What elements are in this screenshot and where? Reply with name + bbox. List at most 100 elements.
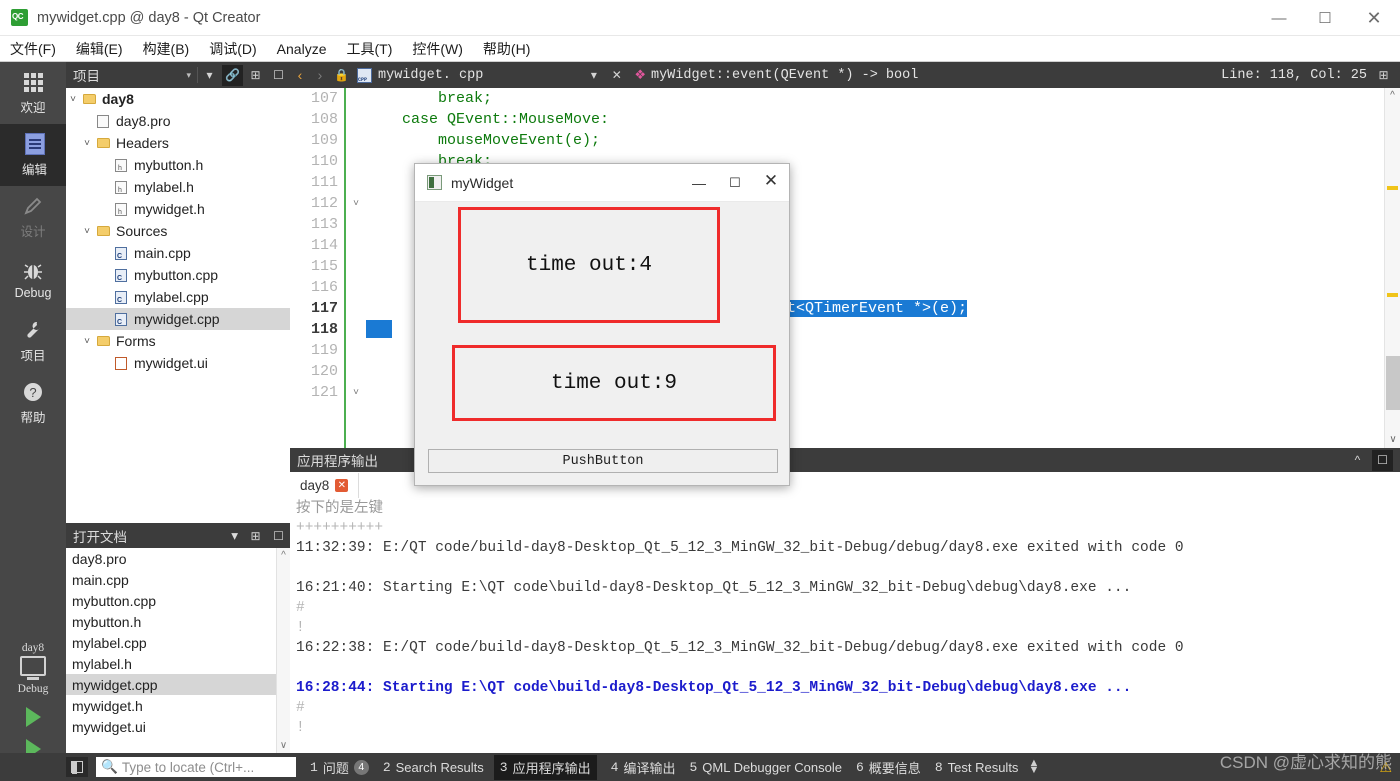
navigate-back-icon[interactable]: ‹ xyxy=(290,67,310,83)
minimize-pane-icon[interactable]: ^ xyxy=(1347,450,1368,471)
tree-item-mybutton-cpp[interactable]: mybutton.cpp xyxy=(66,264,290,286)
status-tab-qml-debugger-console[interactable]: 5 QML Debugger Console xyxy=(689,760,842,775)
run-icon[interactable] xyxy=(25,707,41,727)
menu-widgets[interactable]: 控件(W) xyxy=(402,37,473,61)
menu-edit[interactable]: 编辑(E) xyxy=(66,37,133,61)
editor-file-tab[interactable]: mywidget. cpp xyxy=(357,67,483,83)
menu-file[interactable]: 文件(F) xyxy=(0,37,66,61)
status-tab-application-output[interactable]: 3 应用程序输出 xyxy=(493,754,597,780)
header-file-icon xyxy=(112,158,130,172)
dialog-title: myWidget xyxy=(451,174,514,191)
status-tab-test-results[interactable]: 8 Test Results xyxy=(935,760,1019,775)
menu-debug[interactable]: 调试(D) xyxy=(199,37,266,61)
chevron-down-icon[interactable]: ▾ xyxy=(186,70,191,81)
open-doc-item[interactable]: mylabel.h xyxy=(66,653,290,674)
target-selector-icon[interactable] xyxy=(20,656,46,676)
expand-arrow[interactable]: ˅ xyxy=(80,226,94,237)
mode-projects[interactable]: 项目 xyxy=(0,310,66,372)
warning-icon[interactable]: ⚠ xyxy=(1379,759,1392,776)
mode-help[interactable]: ? 帮助 xyxy=(0,372,66,434)
dialog-maximize-button[interactable]: ☐ xyxy=(717,164,753,202)
chevron-down-icon[interactable]: ▾ xyxy=(231,528,238,544)
editor-vertical-scrollbar[interactable]: ^ ∨ xyxy=(1384,88,1400,448)
open-doc-item[interactable]: mybutton.h xyxy=(66,611,290,632)
fold-marker[interactable]: ˅ xyxy=(348,382,364,403)
open-doc-item-selected[interactable]: mywidget.cpp xyxy=(66,674,290,695)
folder-sources-icon xyxy=(94,226,112,236)
menu-build[interactable]: 构建(B) xyxy=(133,37,200,61)
scroll-down-icon[interactable]: ∨ xyxy=(1385,432,1400,448)
link-icon[interactable]: 🔗 xyxy=(222,64,243,86)
output-pane-buttons: ^ ☐ xyxy=(1346,449,1394,471)
dialog-minimize-button[interactable]: — xyxy=(681,164,717,202)
symbol-selector[interactable]: ❖ myWidget::event(QEvent *) -> bool xyxy=(634,68,918,83)
scroll-up-icon[interactable]: ^ xyxy=(281,550,286,561)
mode-welcome[interactable]: 欢迎 xyxy=(0,62,66,124)
scroll-down-icon[interactable]: ∨ xyxy=(280,740,287,751)
mywidget-dialog[interactable]: myWidget — ☐ ✕ time out:4 time out:9 Pus… xyxy=(414,163,790,486)
expand-arrow[interactable]: ˅ xyxy=(66,94,80,105)
output-text-area[interactable]: 按下的是左键 ++++++++++ 11:32:39: E:/QT code/b… xyxy=(290,498,1400,753)
open-doc-item[interactable]: mybutton.cpp xyxy=(66,590,290,611)
tree-item-main-cpp[interactable]: main.cpp xyxy=(66,242,290,264)
scroll-up-icon[interactable]: ^ xyxy=(1385,88,1400,104)
open-doc-item[interactable]: mylabel.cpp xyxy=(66,632,290,653)
output-tab-day8[interactable]: day8 ✕ xyxy=(290,473,360,498)
open-documents-scrollbar[interactable]: ^ ∨ xyxy=(276,548,290,753)
open-doc-item[interactable]: main.cpp xyxy=(66,569,290,590)
split-icon[interactable]: ⊞ xyxy=(245,65,266,86)
tree-item-headers[interactable]: ˅ Headers xyxy=(66,132,290,154)
line-number: 120 xyxy=(310,363,338,380)
split-icon[interactable]: ⊞ xyxy=(245,525,266,546)
status-tab-general-messages[interactable]: 6 概要信息 xyxy=(856,758,921,777)
minimize-button[interactable]: — xyxy=(1256,0,1302,36)
filter-icon[interactable]: ▾ xyxy=(199,65,220,86)
status-tab-issues[interactable]: 1 问题 4 xyxy=(310,758,369,777)
tree-item-label: main.cpp xyxy=(134,245,191,261)
tree-item-forms[interactable]: ˅ Forms xyxy=(66,330,290,352)
tree-item-sources[interactable]: ˅ Sources xyxy=(66,220,290,242)
close-editor-icon[interactable]: ✕ xyxy=(606,65,627,86)
tree-item-mywidget-cpp[interactable]: mywidget.cpp xyxy=(66,308,290,330)
open-doc-item[interactable]: mywidget.h xyxy=(66,695,290,716)
status-tab-search-results[interactable]: 2 Search Results xyxy=(383,760,484,775)
pane-stepper[interactable]: ▲ ▼ xyxy=(1028,758,1039,776)
scrollbar-thumb[interactable] xyxy=(1386,356,1400,410)
locator-input[interactable]: 🔍 Type to locate (Ctrl+... xyxy=(96,757,296,777)
project-tree[interactable]: ˅ day8 day8.pro ˅ Headers mybutton.h myl… xyxy=(66,88,290,523)
expand-arrow[interactable]: ˅ xyxy=(80,138,94,149)
open-doc-item[interactable]: mywidget.ui xyxy=(66,716,290,737)
split-editor-icon[interactable]: ⊞ xyxy=(1373,65,1394,86)
chevron-down-icon[interactable]: ▾ xyxy=(583,65,604,86)
tree-item-day8-pro[interactable]: day8.pro xyxy=(66,110,290,132)
mode-design[interactable]: 设计 xyxy=(0,186,66,248)
mode-edit[interactable]: 编辑 xyxy=(0,124,66,186)
menu-analyze[interactable]: Analyze xyxy=(267,39,337,59)
collapse-icon[interactable]: ☐ xyxy=(268,525,289,546)
tree-item-mylabel-cpp[interactable]: mylabel.cpp xyxy=(66,286,290,308)
fold-marker[interactable]: ˅ xyxy=(348,193,364,214)
expand-arrow[interactable]: ˅ xyxy=(80,336,94,347)
menu-help[interactable]: 帮助(H) xyxy=(473,37,540,61)
tree-item-day8[interactable]: ˅ day8 xyxy=(66,88,290,110)
lock-icon[interactable]: 🔒 xyxy=(331,65,352,86)
mode-debug[interactable]: Debug xyxy=(0,248,66,310)
close-button[interactable]: ✕ xyxy=(1348,0,1400,36)
tree-item-mywidget-ui[interactable]: mywidget.ui xyxy=(66,352,290,374)
open-documents-list[interactable]: day8.pro main.cpp mybutton.cpp mybutton.… xyxy=(66,548,290,753)
navigate-forward-icon[interactable]: › xyxy=(310,67,330,83)
push-button[interactable]: PushButton xyxy=(428,449,778,473)
tree-item-mybutton-h[interactable]: mybutton.h xyxy=(66,154,290,176)
maximize-pane-icon[interactable]: ☐ xyxy=(1372,449,1393,471)
maximize-button[interactable]: ☐ xyxy=(1302,0,1348,36)
collapse-icon[interactable]: ☐ xyxy=(268,65,289,86)
close-icon[interactable]: ✕ xyxy=(335,479,349,492)
tree-item-mylabel-h[interactable]: mylabel.h xyxy=(66,176,290,198)
open-doc-item[interactable]: day8.pro xyxy=(66,548,290,569)
sidebar-toggle-icon[interactable] xyxy=(66,757,88,777)
tree-item-mywidget-h[interactable]: mywidget.h xyxy=(66,198,290,220)
menu-tools[interactable]: 工具(T) xyxy=(336,37,402,61)
dialog-close-button[interactable]: ✕ xyxy=(753,164,789,202)
ui-file-icon xyxy=(112,356,130,370)
status-tab-compile-output[interactable]: 4 编译输出 xyxy=(611,758,676,777)
